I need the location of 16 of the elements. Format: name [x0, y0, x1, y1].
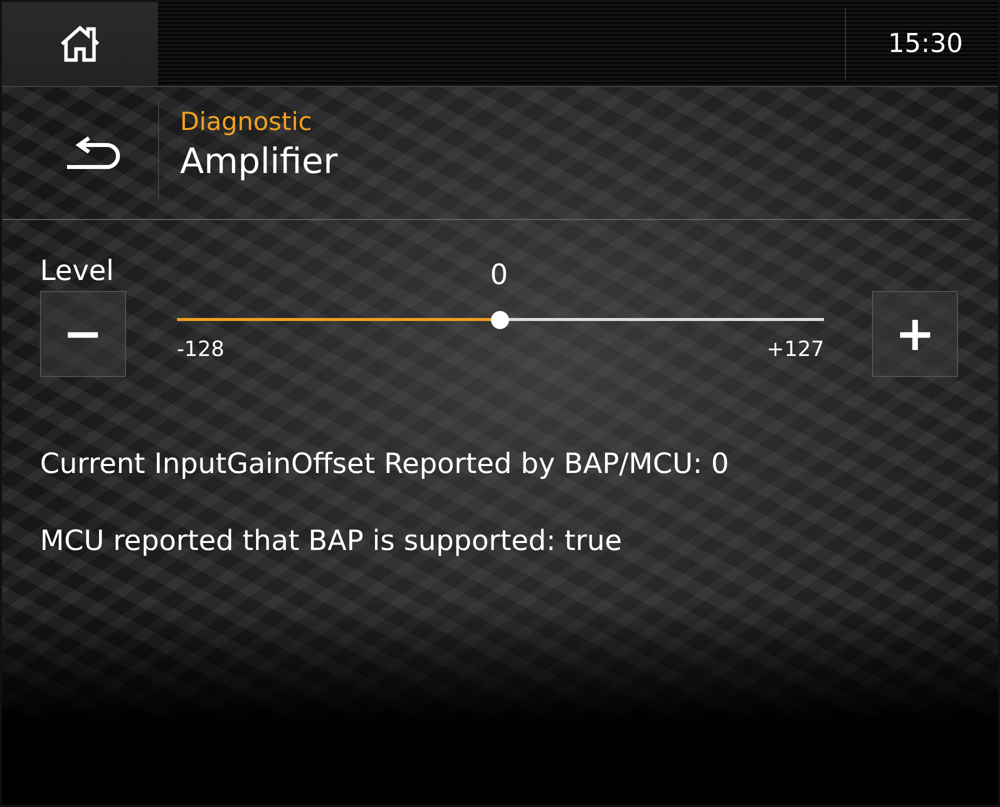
home-button[interactable] [2, 2, 158, 86]
page-title: Amplifier [180, 142, 338, 182]
info-text: MCU reported that BAP is supported: true [40, 524, 623, 557]
min-label: -128 [176, 336, 224, 360]
decrease-button[interactable]: − [40, 291, 126, 377]
level-label: Level [40, 254, 114, 287]
clock: 15:30 [845, 8, 998, 80]
breadcrumb: Diagnostic [180, 107, 314, 136]
level-value: 0 [490, 258, 508, 290]
level-slider[interactable] [176, 310, 824, 328]
max-label: +127 [766, 336, 824, 360]
back-arrow-icon [65, 136, 123, 170]
increase-button[interactable]: + [872, 291, 958, 377]
slider-thumb[interactable] [491, 310, 510, 328]
info-text: Current InputGainOffset Reported by BAP/MCU: 0 [40, 447, 730, 480]
home-icon [58, 24, 102, 64]
